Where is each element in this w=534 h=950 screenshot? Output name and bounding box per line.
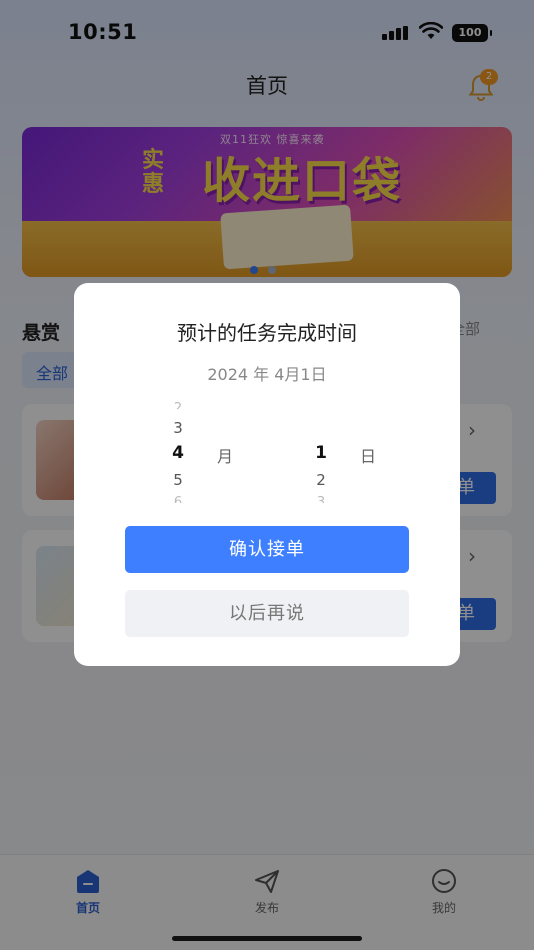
picker-faded-item: 3 <box>316 495 326 503</box>
month-selected[interactable]: 4 <box>158 443 198 463</box>
completion-time-dialog: 预计的任务完成时间 2024 年 4月1日 2 3 4 5 6 月 1 2 3 … <box>74 283 460 666</box>
picker-faded-item: 2 <box>173 401 183 409</box>
month-option[interactable]: 5 <box>158 471 198 489</box>
dialog-title: 预计的任务完成时间 <box>177 321 357 345</box>
day-picker[interactable]: 1 2 3 <box>301 405 341 505</box>
month-option[interactable]: 3 <box>158 419 198 437</box>
month-picker[interactable]: 2 3 4 5 6 <box>158 401 198 505</box>
selected-date-text: 2024 年 4月1日 <box>207 365 327 384</box>
day-selected[interactable]: 1 <box>301 443 341 463</box>
day-option[interactable]: 2 <box>301 471 341 489</box>
day-unit: 日 <box>360 447 377 466</box>
later-button[interactable]: 以后再说 <box>125 590 409 637</box>
app-screen: 10:51 100 首页 2 双11狂欢 惊喜来袭 实惠 收进口袋 悬赏 全部 … <box>0 0 534 950</box>
month-unit: 月 <box>217 447 234 466</box>
home-indicator <box>172 936 362 941</box>
confirm-accept-button[interactable]: 确认接单 <box>125 526 409 573</box>
picker-faded-item: 6 <box>173 495 183 503</box>
